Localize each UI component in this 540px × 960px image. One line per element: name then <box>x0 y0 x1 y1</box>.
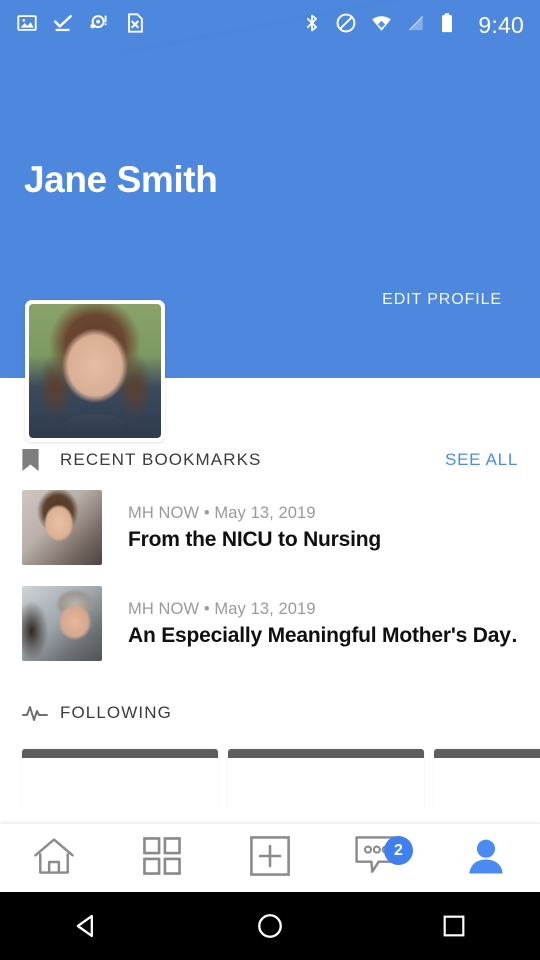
back-triangle-icon <box>76 914 94 938</box>
bottom-navigation-bar: 2 <box>0 824 540 892</box>
battery-icon <box>439 12 455 39</box>
wifi-icon <box>370 12 393 39</box>
bookmark-text: MH NOW • May 13, 2019 From the NICU to N… <box>128 490 381 565</box>
phone-screen: 9:40 Jane Smith EDIT PROFILE RECENT BOOK… <box>0 0 540 960</box>
edit-profile-button[interactable]: EDIT PROFILE <box>382 291 502 309</box>
image-icon <box>16 12 38 39</box>
list-item[interactable]: MH NOW • May 13, 2019 From the NICU to N… <box>0 490 540 565</box>
do-not-disturb-icon <box>335 12 357 39</box>
following-card[interactable] <box>22 749 218 809</box>
bookmark-thumbnail <box>22 490 102 565</box>
bookmark-title: From the NICU to Nursing <box>128 527 382 551</box>
bookmark-meta: MH NOW • May 13, 2019 <box>128 503 316 522</box>
status-badge: 2 <box>384 836 413 865</box>
home-button[interactable] <box>243 899 297 953</box>
following-card[interactable] <box>228 749 424 809</box>
see-all-button[interactable]: SEE ALL <box>445 450 518 470</box>
nav-item-add[interactable] <box>216 824 324 892</box>
back-button[interactable] <box>59 899 113 953</box>
status-bar: 9:40 <box>0 0 540 50</box>
status-bar-right-icons: 9:40 <box>302 12 524 39</box>
bookmark-title: An Especially Meaningful Mother's Day… <box>128 623 518 647</box>
nav-item-messages[interactable]: 2 <box>324 824 432 892</box>
bookmark-thumbnail <box>22 586 102 661</box>
following-header: FOLLOWING <box>0 683 540 743</box>
recents-button[interactable] <box>427 899 481 953</box>
status-bar-clock: 9:40 <box>478 11 524 38</box>
plus-square-icon <box>250 835 290 881</box>
home-circle-icon <box>258 914 282 938</box>
avatar[interactable] <box>25 300 165 442</box>
android-system-nav <box>0 892 540 960</box>
profile-content: RECENT BOOKMARKS SEE ALL MH NOW • May 13… <box>0 378 540 809</box>
bookmark-icon <box>22 449 48 471</box>
document-error-icon <box>124 12 146 39</box>
person-icon <box>467 837 505 880</box>
nav-item-profile[interactable] <box>432 824 540 892</box>
alarm-alert-icon <box>88 12 110 39</box>
following-title: FOLLOWING <box>60 703 172 722</box>
check-download-icon <box>52 12 74 39</box>
signal-off-icon <box>406 12 426 39</box>
nav-item-grid[interactable] <box>108 824 216 892</box>
nav-item-home[interactable] <box>0 824 108 892</box>
status-bar-left-icons <box>16 12 146 39</box>
activity-pulse-icon <box>22 704 48 722</box>
bluetooth-icon <box>302 12 322 39</box>
grid-icon <box>143 836 181 880</box>
bookmark-meta: MH NOW • May 13, 2019 <box>128 599 316 618</box>
recent-bookmarks-title: RECENT BOOKMARKS <box>60 450 262 469</box>
following-card-strip[interactable] <box>0 749 540 809</box>
page-title: Jane Smith <box>24 159 218 200</box>
following-card[interactable] <box>434 749 540 809</box>
bookmark-text: MH NOW • May 13, 2019 An Especially Mean… <box>128 586 518 661</box>
recents-square-icon <box>443 915 465 937</box>
list-item[interactable]: MH NOW • May 13, 2019 An Especially Mean… <box>0 586 540 661</box>
home-icon <box>32 836 76 881</box>
avatar-image <box>29 304 161 438</box>
